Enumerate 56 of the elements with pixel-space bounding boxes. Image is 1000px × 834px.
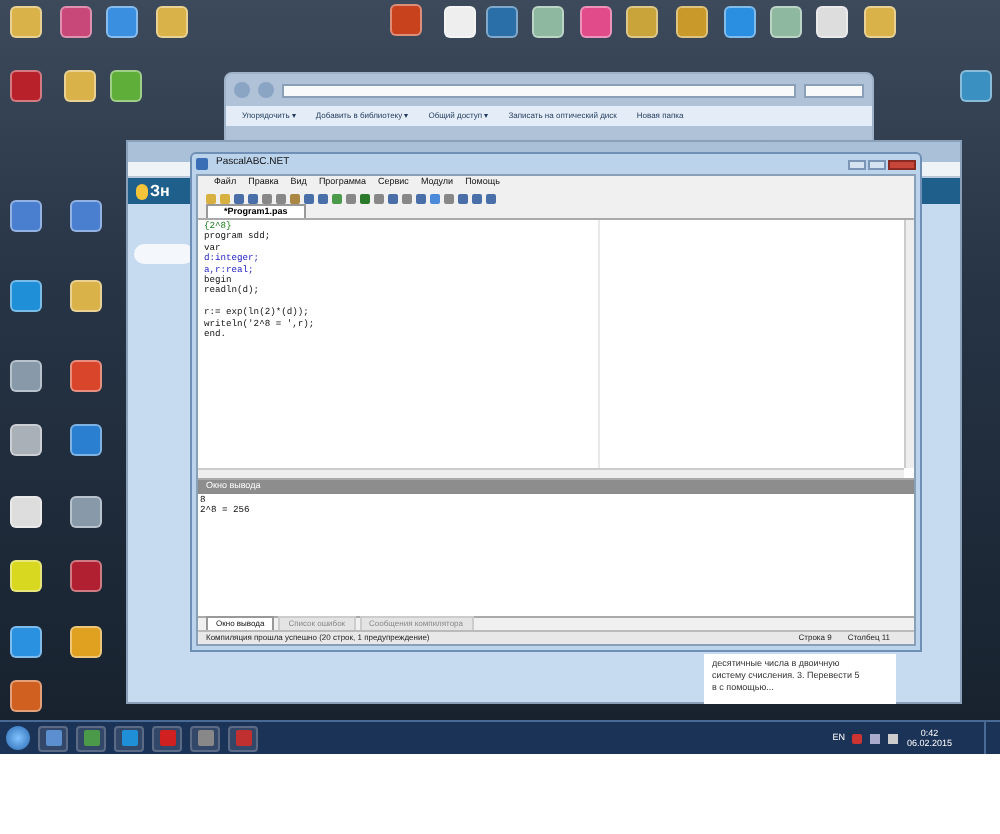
desktop-app-icon[interactable] [10,496,42,528]
desktop-app-icon[interactable] [70,626,102,658]
desktop-app-icon[interactable] [864,6,896,38]
desktop-app-icon[interactable] [106,6,138,38]
desktop-app-icon[interactable] [444,6,476,38]
app-icon [196,158,208,170]
close-button[interactable] [888,159,916,169]
vertical-scrollbar[interactable] [904,220,914,468]
desktop-app-icon[interactable] [532,6,564,38]
app-icon [121,730,137,746]
desktop-app-icon[interactable] [10,626,42,658]
app-icon [197,730,213,746]
flag-icon[interactable] [852,733,863,743]
desktop-app-icon[interactable] [10,360,42,392]
desktop-app-icon[interactable] [960,70,992,102]
horizontal-scrollbar[interactable] [198,468,904,478]
desktop-app-icon[interactable] [70,560,102,592]
search-field[interactable] [804,83,864,97]
volume-icon[interactable] [888,733,899,743]
maximize-button[interactable] [868,159,886,169]
desktop-app-icon[interactable] [10,6,42,38]
network-icon[interactable] [870,733,881,743]
taskbar-app-button[interactable] [228,725,258,751]
address-field[interactable] [282,83,796,97]
desktop-app-icon[interactable] [676,6,708,38]
desktop-app-icon[interactable] [70,200,102,232]
desktop-app-icon[interactable] [10,560,42,592]
app-icon [159,730,175,746]
desktop-app-icon[interactable] [156,6,188,38]
desktop-app-icon[interactable] [10,424,42,456]
desktop-app-icon[interactable] [10,200,42,232]
desktop-app-icon[interactable] [110,70,142,102]
desktop-app-icon[interactable] [580,6,612,38]
taskbar-app-button[interactable] [152,725,182,751]
start-button[interactable] [6,726,30,750]
desktop-app-icon[interactable] [70,360,102,392]
desktop-app-icon[interactable] [816,6,848,38]
app-icon [235,730,251,746]
site-logo[interactable]: Зн [150,183,170,199]
desktop-app-icon[interactable] [64,70,96,102]
taskbar-app-button[interactable] [190,725,220,751]
desktop-app-icon[interactable] [626,6,658,38]
taskbar-app-button[interactable] [76,725,106,751]
desktop-app-icon[interactable] [770,6,802,38]
desktop-app-icon[interactable] [70,496,102,528]
desktop-app-icon[interactable] [10,680,42,712]
app-icon [45,730,61,746]
desktop-app-icon[interactable] [70,424,102,456]
desktop-app-icon[interactable] [10,280,42,312]
desktop-app-icon[interactable] [724,6,756,38]
app-icon [83,730,99,746]
cloud-drawing [134,244,194,264]
desktop-app-icon[interactable] [70,280,102,312]
taskbar-app-button[interactable] [38,725,68,751]
minimize-button[interactable] [848,159,866,169]
taskbar-app-button[interactable] [114,725,144,751]
